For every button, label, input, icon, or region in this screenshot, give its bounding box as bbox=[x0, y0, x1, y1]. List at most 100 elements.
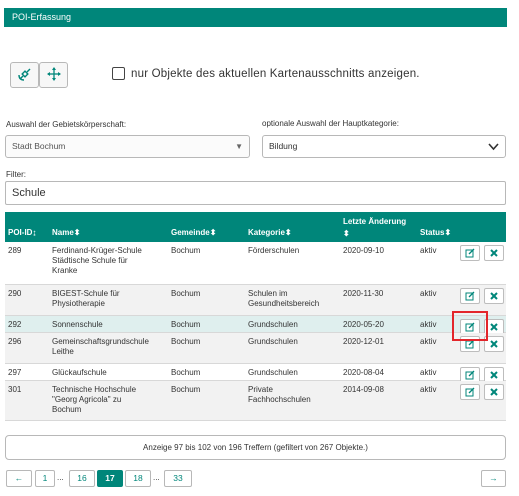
column-header-gemeinde[interactable]: Gemeinde⬍ bbox=[171, 228, 216, 237]
edit-icon bbox=[465, 322, 475, 332]
cell-datum: 2014-09-08 bbox=[343, 385, 384, 394]
cell-gemeinde: Bochum bbox=[171, 385, 201, 394]
column-header-name[interactable]: Name⬍ bbox=[52, 228, 81, 237]
map-extent-label: nur Objekte des aktuellen Kartenausschni… bbox=[131, 67, 420, 80]
table-header: POI-ID↨ Name⬍ Gemeinde⬍ Kategorie⬍ Letzt… bbox=[5, 212, 506, 242]
cell-name: Sonnenschule bbox=[52, 320, 103, 330]
cell-kategorie-line: Fachhochschulen bbox=[248, 395, 311, 404]
edit-button[interactable] bbox=[460, 245, 480, 261]
cell-poi-id: 296 bbox=[8, 337, 22, 346]
close-icon bbox=[490, 249, 498, 257]
cell-kategorie: Grundschulen bbox=[248, 368, 298, 378]
cell-name-line: Bochum bbox=[52, 405, 82, 414]
edit-icon bbox=[465, 339, 475, 349]
filter-input[interactable]: Schule bbox=[5, 181, 506, 205]
cell-kategorie: Schulen im Gesundheitsbereich bbox=[248, 289, 319, 309]
delete-button[interactable] bbox=[484, 245, 504, 261]
cell-datum: 2020-11-30 bbox=[343, 289, 384, 298]
edit-icon bbox=[465, 370, 475, 380]
map-extent-checkbox[interactable] bbox=[112, 67, 125, 80]
arrow-right-icon: → bbox=[489, 473, 498, 483]
cell-status: aktiv bbox=[420, 320, 437, 329]
cell-name-line: Städtische Schule für bbox=[52, 256, 128, 265]
cell-status: aktiv bbox=[420, 289, 437, 298]
sort-icon: ⬍ bbox=[343, 229, 350, 238]
cell-name-line: Technische Hochschule bbox=[52, 385, 137, 394]
column-header-id[interactable]: POI-ID↨ bbox=[8, 228, 36, 237]
cell-datum: 2020-09-10 bbox=[343, 246, 384, 255]
column-header-aenderung[interactable]: Letzte Änderung ⬍ bbox=[343, 216, 406, 240]
category-select-value: Bildung bbox=[269, 141, 298, 151]
close-icon bbox=[490, 388, 498, 396]
page-button-18[interactable]: 18 bbox=[125, 470, 151, 487]
cell-kategorie: Förderschulen bbox=[248, 246, 299, 256]
move-button[interactable] bbox=[39, 62, 68, 88]
table-row: 290 BIGEST-Schule für Physiotherapie Bochum… bbox=[5, 285, 506, 316]
cell-name-line: BIGEST-Schule für bbox=[52, 289, 120, 298]
cell-name: BIGEST-Schule für Physiotherapie bbox=[52, 289, 120, 309]
cell-name-line: Glückaufschule bbox=[52, 368, 107, 377]
cell-kategorie-line: Grundschulen bbox=[248, 337, 298, 346]
chevron-down-icon: ▼ bbox=[235, 142, 243, 151]
results-info: Anzeige 97 bis 102 von 196 Treffern (gef… bbox=[5, 435, 506, 460]
edit-icon bbox=[465, 248, 475, 258]
page-button-33[interactable]: 33 bbox=[164, 470, 192, 487]
page-button-16[interactable]: 16 bbox=[69, 470, 95, 487]
category-label: optionale Auswahl der Hauptkategorie: bbox=[262, 119, 399, 128]
delete-button[interactable] bbox=[484, 336, 504, 352]
cell-name-line: Physiotherapie bbox=[52, 299, 105, 308]
map-extent-toggle[interactable]: nur Objekte des aktuellen Kartenausschni… bbox=[112, 67, 420, 80]
close-icon bbox=[490, 292, 498, 300]
table-row: 301 Technische Hochschule "Georg Agricola"… bbox=[5, 381, 506, 421]
category-select[interactable]: Bildung bbox=[262, 135, 506, 158]
pagination-ellipsis: ... bbox=[57, 473, 64, 482]
satellite-button[interactable] bbox=[10, 62, 39, 88]
cell-status: aktiv bbox=[420, 337, 437, 346]
cell-datum: 2020-12-01 bbox=[343, 337, 384, 346]
sort-icon: ⬍ bbox=[73, 228, 81, 237]
cell-name-line: Sonnenschule bbox=[52, 320, 103, 329]
page-button-1[interactable]: 1 bbox=[35, 470, 55, 487]
panel-title: POI-Erfassung bbox=[12, 12, 72, 22]
cell-kategorie: Grundschulen bbox=[248, 320, 298, 330]
cell-status: aktiv bbox=[420, 246, 437, 255]
sort-icon: ⬍ bbox=[444, 228, 452, 237]
close-icon bbox=[490, 323, 498, 331]
table-row: 296 Gemeinschaftsgrundschule Leithe Bochum G… bbox=[5, 333, 506, 364]
table-body: 289 Ferdinand-Krüger-Schule Städtische Sch… bbox=[5, 242, 506, 421]
move-arrows-icon bbox=[46, 66, 62, 84]
edit-button[interactable] bbox=[460, 288, 480, 304]
results-info-text: Anzeige 97 bis 102 von 196 Treffern (gef… bbox=[143, 443, 368, 452]
cell-name-line: Kranke bbox=[52, 266, 78, 275]
filter-label: Filter: bbox=[6, 170, 26, 179]
cell-kategorie: Grundschulen bbox=[248, 337, 298, 347]
cell-poi-id: 290 bbox=[8, 289, 22, 298]
edit-icon bbox=[465, 291, 475, 301]
cell-poi-id: 292 bbox=[8, 320, 22, 329]
delete-button[interactable] bbox=[484, 384, 504, 400]
authority-select[interactable]: Stadt Bochum ▼ bbox=[5, 135, 250, 158]
cell-kategorie-line: Grundschulen bbox=[248, 368, 298, 377]
chevron-down-icon bbox=[488, 136, 499, 159]
cell-kategorie-line: Grundschulen bbox=[248, 320, 298, 329]
panel-title-bar: POI-Erfassung bbox=[4, 8, 507, 27]
cell-gemeinde: Bochum bbox=[171, 320, 201, 329]
delete-button[interactable] bbox=[484, 288, 504, 304]
table-row: 297 Glückaufschule Bochum Grundschulen 2020-… bbox=[5, 364, 506, 383]
next-page-button[interactable]: → bbox=[481, 470, 506, 487]
table-row: 292 Sonnenschule Bochum Grundschulen 2020-05… bbox=[5, 316, 506, 335]
cell-name-line: "Georg Agricola" zu bbox=[52, 395, 122, 404]
cell-status: aktiv bbox=[420, 368, 437, 377]
edit-button[interactable] bbox=[460, 384, 480, 400]
column-header-kategorie[interactable]: Kategorie⬍ bbox=[248, 228, 292, 237]
cell-name: Ferdinand-Krüger-Schule Städtische Schule… bbox=[52, 246, 142, 276]
page-button-17[interactable]: 17 bbox=[97, 470, 123, 487]
cell-datum: 2020-08-04 bbox=[343, 368, 384, 377]
cell-gemeinde: Bochum bbox=[171, 337, 201, 346]
cell-datum: 2020-05-20 bbox=[343, 320, 384, 329]
cell-poi-id: 301 bbox=[8, 385, 22, 394]
cell-name: Technische Hochschule "Georg Agricola" zu… bbox=[52, 385, 136, 415]
column-header-status[interactable]: Status⬍ bbox=[420, 228, 451, 237]
edit-button[interactable] bbox=[460, 336, 480, 352]
prev-page-button[interactable]: ← bbox=[6, 470, 32, 487]
